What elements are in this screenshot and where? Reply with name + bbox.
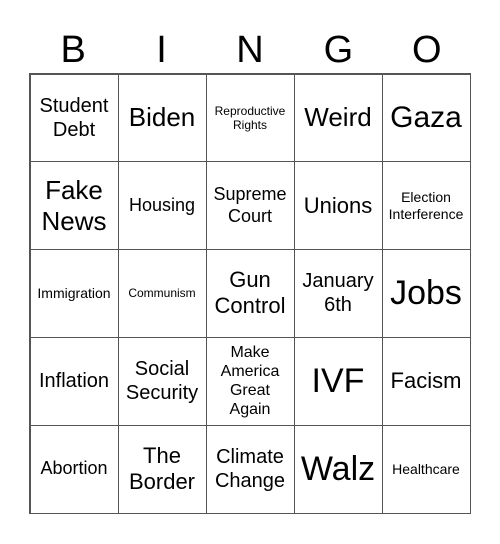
bingo-cell[interactable]: Gaza — [381, 73, 471, 163]
bingo-cell[interactable]: Unions — [293, 161, 383, 251]
bingo-cell[interactable]: Jobs — [381, 249, 471, 338]
bingo-cell[interactable]: January 6th — [293, 249, 383, 338]
header-letter-i: I — [156, 29, 167, 71]
bingo-cell[interactable]: Election Interference — [381, 161, 471, 251]
bingo-cell[interactable]: Reproductive Rights — [205, 73, 295, 163]
bingo-cell[interactable]: Abortion — [29, 424, 119, 514]
bingo-cell[interactable]: Immigration — [29, 249, 119, 338]
bingo-cell[interactable]: IVF — [293, 336, 383, 426]
bingo-cell[interactable]: Biden — [117, 73, 207, 163]
bingo-cell[interactable]: Communism — [117, 249, 207, 338]
bingo-cell[interactable]: Weird — [293, 73, 383, 163]
bingo-cell[interactable]: Healthcare — [381, 424, 471, 514]
bingo-cell[interactable]: Student Debt — [29, 73, 119, 163]
bingo-cell[interactable]: Walz — [293, 424, 383, 514]
bingo-header: B I N G O — [29, 28, 471, 73]
header-letter-n: N — [236, 29, 264, 71]
bingo-cell[interactable]: Fake News — [29, 161, 119, 251]
bingo-cell[interactable]: Climate Change — [205, 424, 295, 514]
header-letter-b: B — [60, 29, 86, 71]
bingo-cell[interactable]: Housing — [117, 161, 207, 251]
bingo-cell[interactable]: Make America Great Again — [205, 336, 295, 426]
bingo-cell[interactable]: Social Security — [117, 336, 207, 426]
bingo-cell[interactable]: Gun Control — [205, 249, 295, 338]
bingo-grid: Student Debt Biden Reproductive Rights W… — [29, 73, 471, 514]
header-letter-o: O — [411, 29, 442, 71]
bingo-cell[interactable]: Supreme Court — [205, 161, 295, 251]
bingo-cell[interactable]: Facism — [381, 336, 471, 426]
bingo-cell[interactable]: The Border — [117, 424, 207, 514]
header-letter-g: G — [323, 29, 354, 71]
bingo-cell[interactable]: Inflation — [29, 336, 119, 426]
